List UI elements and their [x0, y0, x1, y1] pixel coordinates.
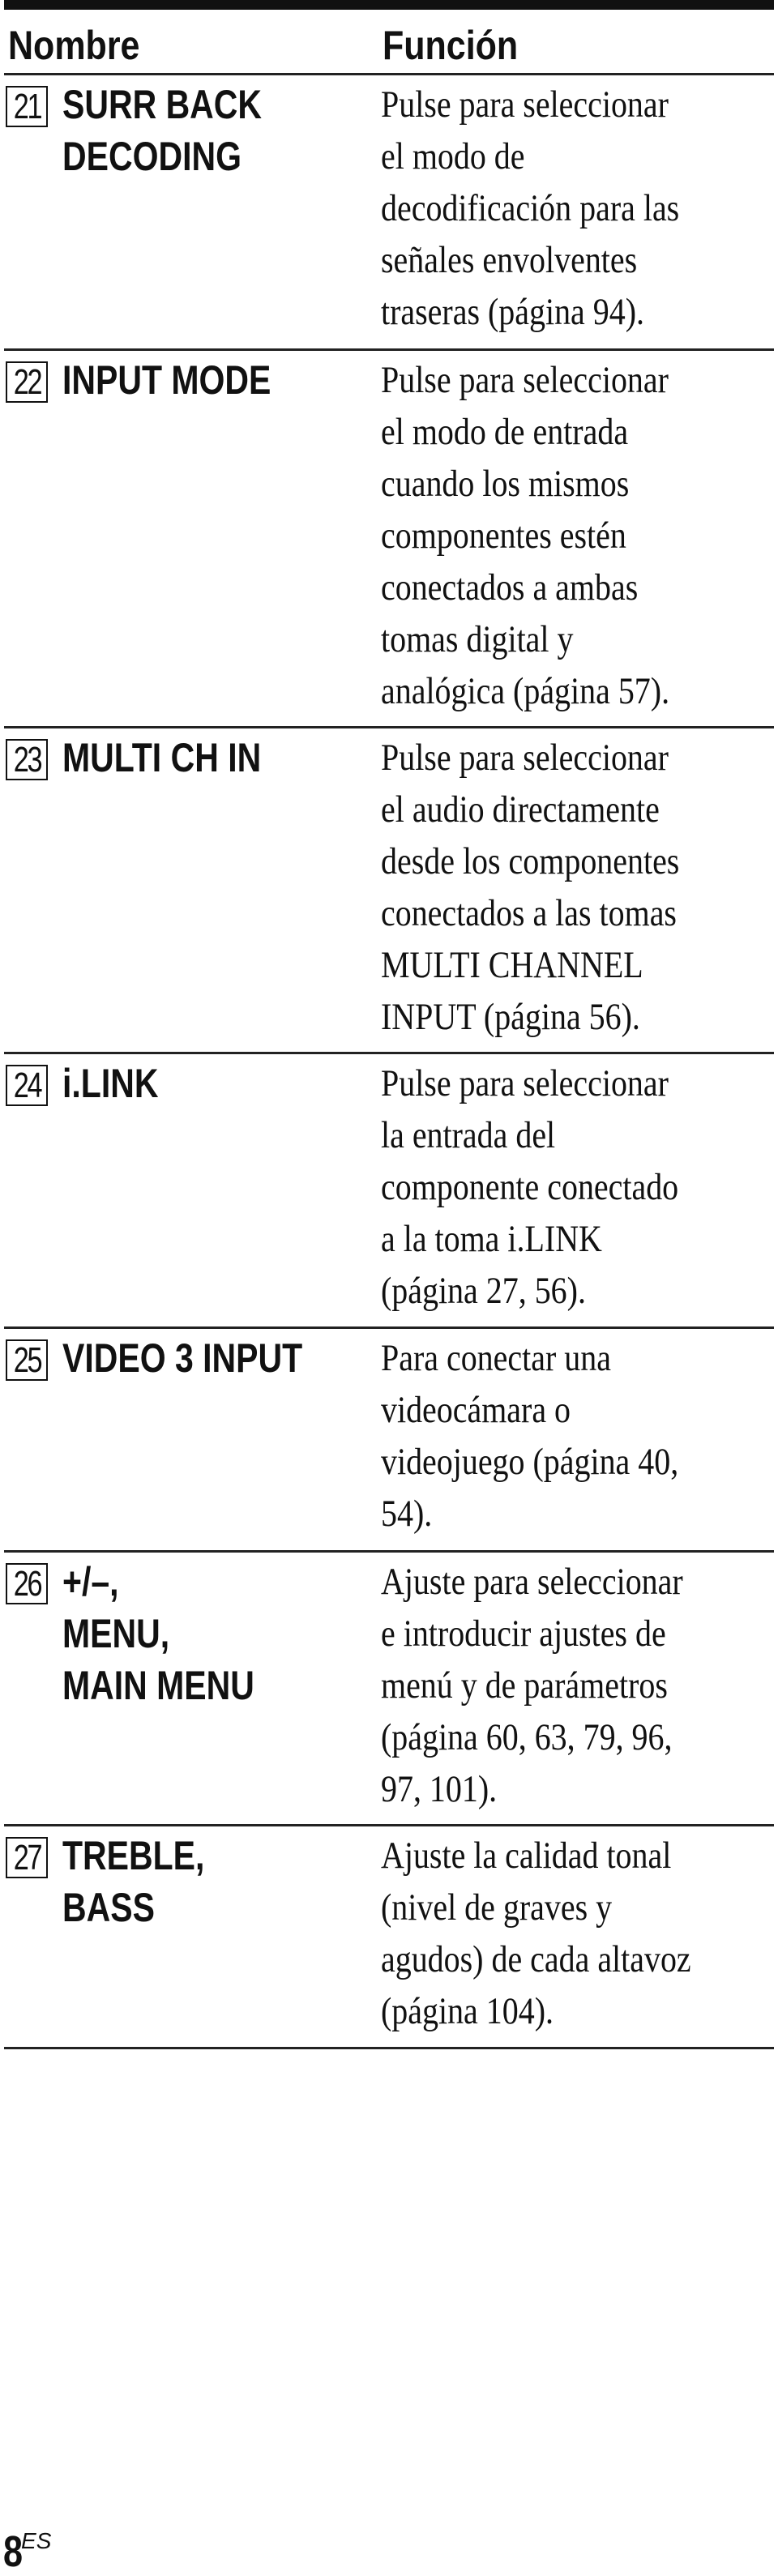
control-name-line: DECODING [62, 134, 242, 179]
item-number: 25 [13, 1340, 42, 1380]
control-function-description: Pulse para seleccionar el audio directame… [381, 732, 778, 1043]
description-line: (nivel de graves y [381, 1886, 613, 1929]
description-line: el audio directamente [381, 788, 660, 831]
control-name-line: BASS [62, 1885, 155, 1930]
item-number: 22 [13, 362, 42, 402]
description-line: desde los componentes [381, 840, 680, 882]
table-body: 21 SURR BACK DECODING Pulse para selecciona… [4, 75, 774, 2049]
description-line: Pulse para seleccionar [381, 83, 669, 126]
column-header-function: Función [383, 23, 519, 68]
control-name: MULTI CH IN [62, 732, 370, 784]
control-name: +/–, MENU, MAIN MENU [62, 1556, 370, 1711]
description-line: menú y de parámetros [381, 1664, 668, 1707]
description-line: la entrada del [381, 1114, 556, 1156]
control-name-line: TREBLE, [62, 1833, 205, 1878]
item-number: 26 [13, 1564, 42, 1604]
manual-page: Nombre Función 21 SURR BACK DECODING Pulse … [4, 0, 774, 2049]
control-name-line: +/–, [62, 1559, 119, 1604]
description-line: Ajuste la calidad tonal [381, 1835, 672, 1877]
control-name-line: VIDEO 3 INPUT [62, 1335, 303, 1381]
item-number: 24 [13, 1066, 42, 1105]
description-line: conectados a ambas [381, 566, 639, 609]
table-header: Nombre Función [4, 10, 774, 75]
control-name-line: SURR BACK [62, 82, 262, 127]
control-name: VIDEO 3 INPUT [62, 1332, 370, 1384]
item-number: 21 [13, 87, 42, 126]
item-number-badge: 22 [6, 361, 48, 403]
description-line: agudos) de cada altavoz [381, 1938, 691, 1980]
item-number: 23 [13, 740, 42, 780]
description-line: cuando los mismos [381, 463, 630, 505]
column-header-name: Nombre [8, 23, 140, 68]
description-line: traseras (página 94). [381, 291, 645, 333]
description-line: videocámara o [381, 1389, 571, 1431]
description-line: conectados a las tomas [381, 892, 677, 934]
control-function-description: Para conectar una videocámara o videojuego… [381, 1332, 778, 1540]
description-line: componentes estén [381, 515, 626, 557]
control-name: i.LINK [62, 1057, 370, 1109]
description-line: Pulse para seleccionar [381, 1062, 669, 1104]
control-function-description: Pulse para seleccionar el modo de decodifi… [381, 79, 778, 338]
description-line: señales envolventes [381, 239, 638, 281]
control-name-line: i.LINK [62, 1061, 159, 1106]
control-name-line: MULTI CH IN [62, 735, 262, 780]
control-name-line: MAIN MENU [62, 1663, 254, 1708]
control-name: TREBLE, BASS [62, 1830, 370, 1933]
description-line: Ajuste para seleccionar [381, 1561, 683, 1603]
description-line: el modo de [381, 135, 525, 177]
item-number-badge: 26 [6, 1563, 48, 1604]
page-number: 8 [3, 2527, 24, 2576]
description-line: 97, 101). [381, 1768, 498, 1810]
table-row: 25 VIDEO 3 INPUT Para conectar una videocám… [4, 1329, 774, 1553]
item-number-badge: 24 [6, 1065, 48, 1106]
table-row: 26 +/–, MENU, MAIN MENU Ajuste para seleccio… [4, 1553, 774, 1826]
control-function-description: Pulse para seleccionar la entrada del comp… [381, 1057, 778, 1317]
control-name-line: MENU, [62, 1611, 170, 1656]
description-line: Para conectar una [381, 1337, 611, 1379]
control-name: INPUT MODE [62, 354, 370, 406]
description-line: (página 27, 56). [381, 1270, 586, 1312]
description-line: e introducir ajustes de [381, 1613, 666, 1655]
table-row: 21 SURR BACK DECODING Pulse para selecciona… [4, 75, 774, 351]
table-row: 22 INPUT MODE Pulse para seleccionar el mod… [4, 351, 774, 728]
item-number-badge: 27 [6, 1837, 48, 1878]
control-function-description: Ajuste la calidad tonal (nivel de graves … [381, 1830, 778, 2037]
description-line: Pulse para seleccionar [381, 737, 669, 779]
control-name-line: INPUT MODE [62, 357, 271, 403]
description-line: Pulse para seleccionar [381, 359, 669, 401]
control-function-description: Pulse para seleccionar el modo de entrada… [381, 354, 778, 717]
language-code: ES [21, 2528, 52, 2553]
description-line: el modo de entrada [381, 411, 629, 453]
description-line: (página 60, 63, 79, 96, [381, 1716, 673, 1758]
description-line: componente conectado [381, 1166, 679, 1208]
control-function-description: Ajuste para seleccionar e introducir ajus… [381, 1556, 778, 1815]
description-line: a la toma i.LINK [381, 1218, 602, 1260]
description-line: decodificación para las [381, 187, 680, 229]
item-number-badge: 21 [6, 86, 48, 127]
description-line: 54). [381, 1493, 433, 1535]
description-line: analógica (página 57). [381, 670, 670, 712]
description-line: videojuego (página 40, [381, 1441, 679, 1483]
description-line: tomas digital y [381, 618, 574, 660]
item-number: 27 [13, 1838, 42, 1878]
item-number-badge: 25 [6, 1339, 48, 1381]
control-name: SURR BACK DECODING [62, 79, 370, 182]
page-footer: 8ES [3, 2527, 58, 2576]
table-row: 27 TREBLE, BASS Ajuste la calidad tonal (niv… [4, 1826, 774, 2049]
description-line: MULTI CHANNEL [381, 944, 643, 986]
item-number-badge: 23 [6, 739, 48, 780]
description-line: (página 104). [381, 1990, 554, 2032]
top-rule [4, 0, 774, 10]
description-line: INPUT (página 56). [381, 996, 640, 1038]
table-row: 24 i.LINK Pulse para seleccionar la entrada… [4, 1054, 774, 1329]
table-row: 23 MULTI CH IN Pulse para seleccionar el au… [4, 728, 774, 1054]
